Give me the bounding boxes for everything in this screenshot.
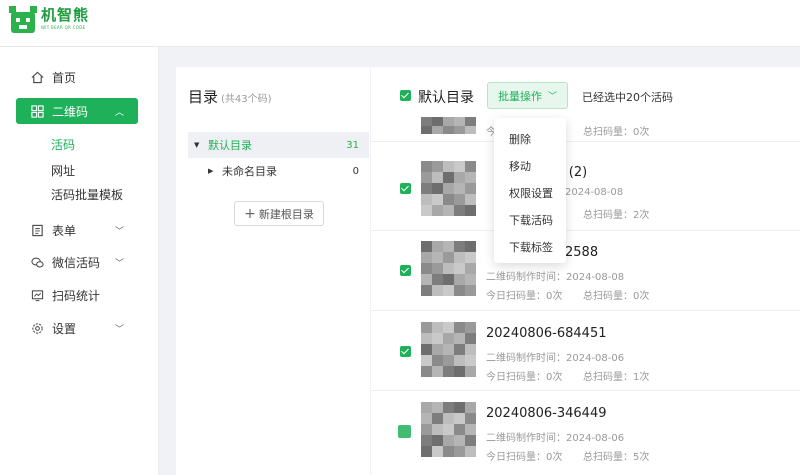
dropdown-item-move[interactable]: 移动 bbox=[509, 158, 531, 174]
form-icon bbox=[32, 224, 43, 236]
sidebar-item-label: 首页 bbox=[52, 70, 77, 85]
row-checkbox[interactable] bbox=[400, 183, 411, 194]
today-scans-label: 今日扫码量： bbox=[486, 452, 546, 463]
app-logo[interactable]: 机智熊 WIT BEAR QR CODE bbox=[9, 6, 89, 34]
directory-title: 默认目录 bbox=[418, 90, 474, 106]
today-scans-label: 今日扫码量： bbox=[486, 372, 546, 383]
sidebar-item-label: 设置 bbox=[52, 321, 77, 336]
bear-logo-icon bbox=[9, 6, 37, 34]
qrcode-thumbnail[interactable] bbox=[421, 322, 476, 377]
chart-icon bbox=[31, 289, 44, 301]
tree-item-count: 0 bbox=[352, 165, 359, 177]
created-time-label: 二维码制作时间： bbox=[486, 272, 566, 283]
row-checkbox-partial[interactable] bbox=[398, 425, 411, 438]
chevron-down-icon: ﹀ bbox=[114, 259, 124, 269]
gear-icon bbox=[32, 322, 43, 334]
today-scans-label: 今日扫码量： bbox=[486, 291, 546, 302]
list-item[interactable]: 今 总扫码量：0次 bbox=[371, 117, 800, 142]
chevron-down-icon: ﹀ bbox=[114, 227, 124, 237]
new-root-directory-button[interactable]: + 新建根目录 bbox=[234, 201, 324, 226]
sidebar-item-wechat[interactable]: 微信活码 ﹀ bbox=[16, 249, 138, 275]
today-scans-value: 0次 bbox=[546, 372, 563, 383]
sidebar-item-label: 扫码统计 bbox=[52, 288, 101, 303]
total-scans-label: 总扫码量： bbox=[583, 372, 633, 383]
app-name: 机智熊 bbox=[41, 6, 90, 24]
sidebar-subitem-huoma[interactable]: 活码 bbox=[51, 136, 75, 153]
qrcode-thumbnail[interactable] bbox=[421, 117, 476, 134]
caret-right-icon[interactable]: ▶ bbox=[208, 167, 218, 175]
tree-item-default[interactable]: ▼ 默认目录 31 bbox=[188, 132, 369, 158]
plus-icon: + bbox=[244, 205, 256, 222]
sidebar-item-stats[interactable]: 扫码统计 bbox=[16, 282, 138, 308]
caret-down-icon[interactable]: ▼ bbox=[194, 141, 204, 149]
total-scans-value: 1次 bbox=[633, 372, 650, 383]
sidebar-item-label: 二维码 bbox=[52, 104, 89, 119]
batch-label: 批量操作 bbox=[497, 89, 542, 103]
list-item[interactable]: 2588 二维码制作时间：2024-08-08 今日扫码量：0次 总扫码量：0次 bbox=[371, 231, 800, 311]
batch-operation-dropdown: 删除 移动 权限设置 下载活码 下载标签 bbox=[494, 118, 566, 263]
dropdown-item-download-labels[interactable]: 下载标签 bbox=[509, 239, 553, 255]
total-scans-value: 0次 bbox=[633, 291, 650, 302]
selected-count-text: 已经选中20个活码 bbox=[582, 91, 673, 104]
sidebar-item-form[interactable]: 表单 ﹀ bbox=[16, 217, 138, 243]
code-name[interactable]: 20240806-684451 bbox=[486, 326, 607, 341]
select-all-checkbox[interactable] bbox=[400, 90, 411, 101]
total-scans-value: 5次 bbox=[633, 452, 650, 463]
code-name[interactable]: 20240806-346449 bbox=[486, 406, 607, 421]
total-scans-label: 总扫码量： bbox=[583, 291, 633, 302]
code-name[interactable]: 2588 bbox=[565, 245, 598, 260]
sidebar-subitem-batch-template[interactable]: 活码批量模板 bbox=[51, 186, 123, 203]
created-time: 2024-08-08 bbox=[566, 272, 625, 283]
catalog-panel: 目录 (共43个码) ▼ 默认目录 31 ▶ 未命名目录 0 + 新建根目录 bbox=[176, 67, 370, 475]
row-checkbox[interactable] bbox=[400, 346, 411, 357]
today-scans-value: 0次 bbox=[546, 291, 563, 302]
wechat-icon bbox=[31, 257, 44, 267]
total-scans-value: 0次 bbox=[633, 127, 650, 138]
tree-item-unnamed[interactable]: ▶ 未命名目录 0 bbox=[188, 158, 369, 184]
total-scans-label: 总扫码量： bbox=[583, 210, 633, 221]
dropdown-item-permissions[interactable]: 权限设置 bbox=[509, 185, 553, 201]
created-time: 2024-08-08 bbox=[565, 187, 624, 198]
created-time-label: 二维码制作时间： bbox=[486, 433, 566, 444]
list-item[interactable]: i (2) 2024-08-08 总扫码量：2次 bbox=[371, 149, 800, 231]
tree-item-count: 31 bbox=[346, 139, 359, 151]
list-toolbar: 默认目录 批量操作 ﹀ 已经选中20个活码 bbox=[371, 67, 800, 123]
catalog-count: (共43个码) bbox=[221, 94, 272, 105]
qrcode-thumbnail[interactable] bbox=[421, 241, 476, 296]
new-root-label: 新建根目录 bbox=[258, 207, 314, 221]
catalog-title: 目录 bbox=[188, 88, 219, 106]
chevron-down-icon: ﹀ bbox=[547, 92, 557, 102]
created-time: 2024-08-06 bbox=[566, 433, 625, 444]
created-time-label: 二维码制作时间： bbox=[486, 353, 566, 364]
list-item[interactable]: 20240806-684451 二维码制作时间：2024-08-06 今日扫码量… bbox=[371, 311, 800, 391]
chevron-up-icon: ︿ bbox=[114, 108, 124, 118]
sidebar-item-qrcode[interactable]: 二维码 ︿ bbox=[16, 98, 138, 124]
sidebar: 首页 二维码 ︿ 活码 网址 活码批量模板 表单 ﹀ 微信活码 ﹀ 扫码统计 设… bbox=[0, 47, 159, 475]
list-item[interactable]: 20240806-346449 二维码制作时间：2024-08-06 今日扫码量… bbox=[371, 391, 800, 475]
total-scans-label: 总扫码量： bbox=[583, 452, 633, 463]
dropdown-item-download-codes[interactable]: 下载活码 bbox=[509, 212, 553, 228]
sidebar-item-label: 微信活码 bbox=[52, 255, 101, 270]
row-checkbox[interactable] bbox=[400, 265, 411, 276]
home-icon bbox=[31, 71, 44, 83]
qrcode-icon bbox=[31, 104, 44, 118]
today-scans-value: 0次 bbox=[546, 452, 563, 463]
qrcode-thumbnail[interactable] bbox=[421, 161, 476, 216]
sidebar-item-label: 表单 bbox=[52, 223, 77, 238]
app-tagline: WIT BEAR QR CODE bbox=[41, 25, 86, 30]
total-scans-value: 2次 bbox=[633, 210, 650, 221]
sidebar-item-home[interactable]: 首页 bbox=[16, 64, 138, 90]
tree-item-label: 默认目录 bbox=[208, 139, 252, 152]
qrcode-list-panel: 默认目录 批量操作 ﹀ 已经选中20个活码 今 总扫码量：0次 i (2) 20… bbox=[371, 67, 800, 475]
total-scans-label: 总扫码量： bbox=[583, 127, 633, 138]
dropdown-item-delete[interactable]: 删除 bbox=[509, 131, 531, 147]
chevron-down-icon: ﹀ bbox=[114, 325, 124, 335]
sidebar-item-settings[interactable]: 设置 ﹀ bbox=[16, 315, 138, 341]
top-header: 机智熊 WIT BEAR QR CODE bbox=[0, 0, 800, 47]
sidebar-subitem-url[interactable]: 网址 bbox=[51, 162, 75, 179]
qrcode-thumbnail[interactable] bbox=[421, 402, 476, 457]
tree-item-label: 未命名目录 bbox=[222, 165, 277, 178]
batch-operation-button[interactable]: 批量操作 ﹀ bbox=[487, 82, 568, 109]
created-time: 2024-08-06 bbox=[566, 353, 625, 364]
